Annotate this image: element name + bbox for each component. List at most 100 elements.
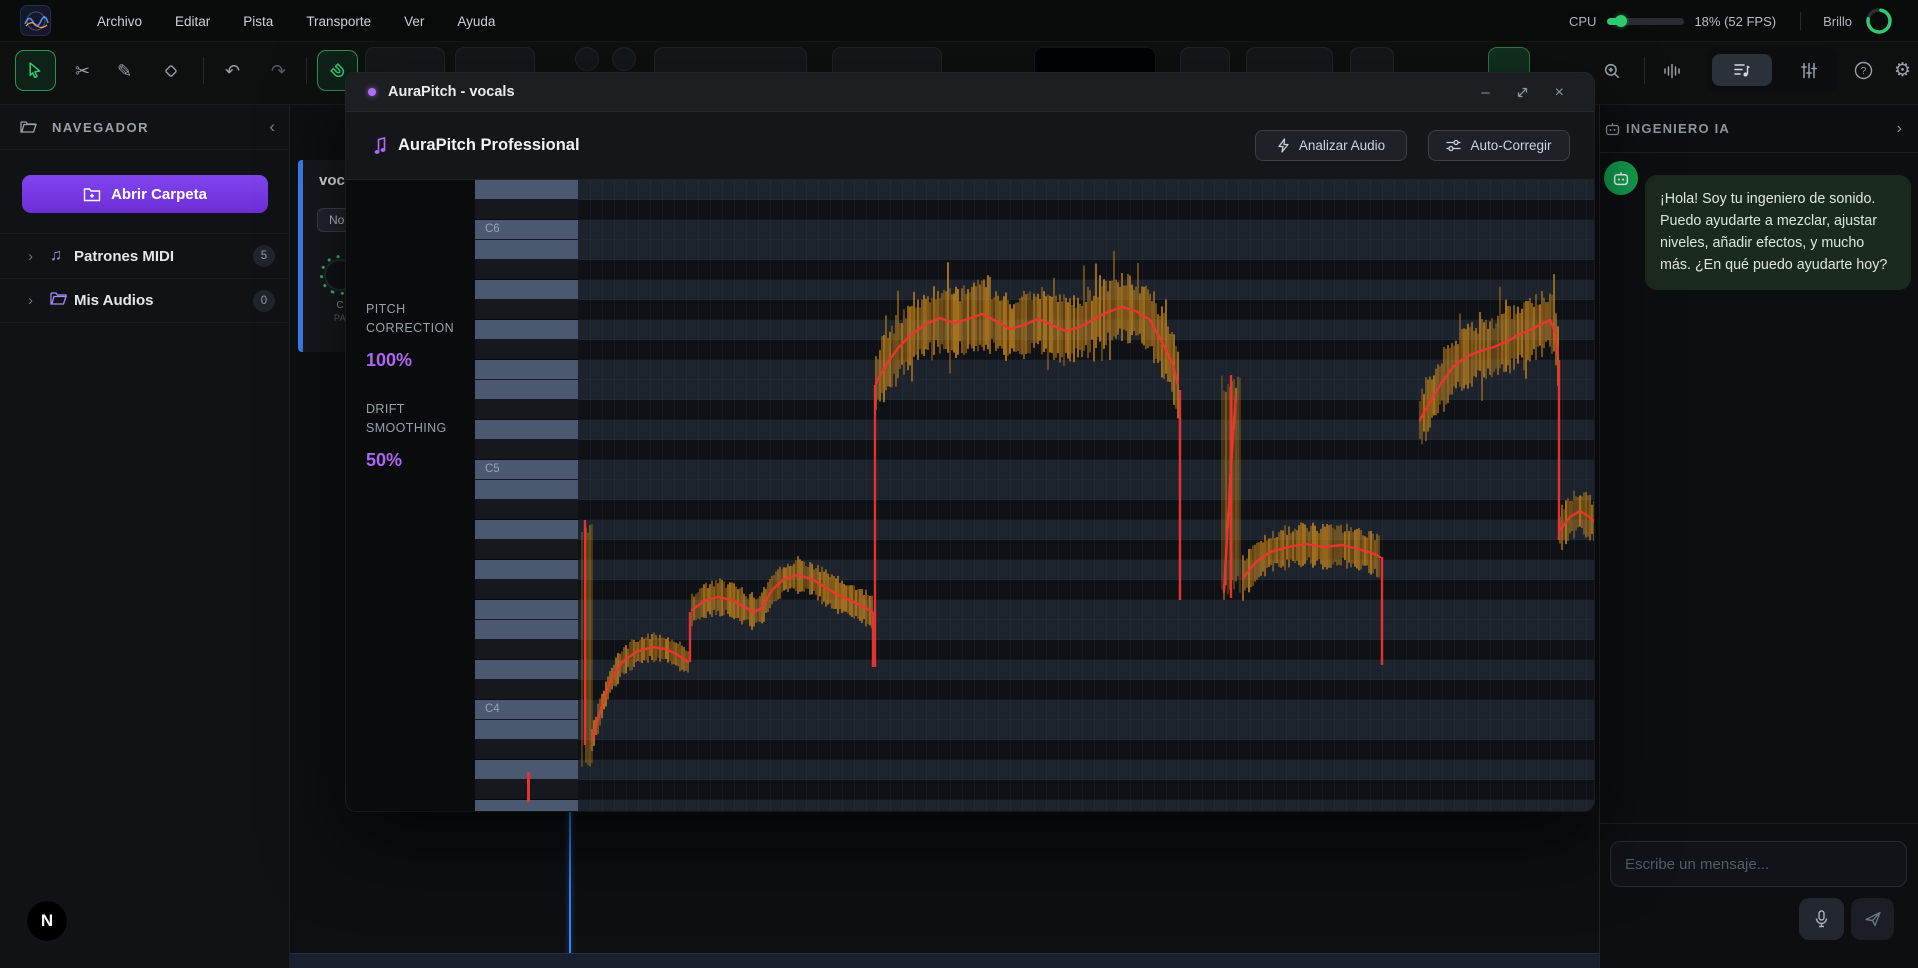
- item-count-badge: 5: [253, 245, 275, 267]
- gridline: [1502, 180, 1503, 811]
- piano-key-row: [475, 420, 578, 440]
- send-button[interactable]: [1851, 898, 1894, 940]
- pitch-correction-label: PITCH: [366, 302, 406, 316]
- gridline: [650, 180, 651, 811]
- close-button[interactable]: ×: [1555, 84, 1564, 102]
- gridline: [962, 180, 963, 811]
- gridline: [1550, 180, 1551, 811]
- playlist-view-button-selected[interactable]: [1712, 54, 1772, 86]
- gridline: [926, 180, 927, 811]
- plugin-title: AuraPitch Professional: [398, 136, 580, 155]
- minimize-button[interactable]: –: [1481, 84, 1489, 101]
- brightness-ring[interactable]: [1862, 4, 1896, 38]
- gridline: [1022, 180, 1023, 811]
- menu-item-archivo[interactable]: Archivo: [97, 14, 142, 29]
- gridline: [734, 180, 735, 811]
- pencil-tool-button[interactable]: ✎: [104, 50, 145, 91]
- expand-chevron-icon[interactable]: ›: [28, 292, 42, 309]
- music-note-icon: [374, 136, 388, 156]
- menu-item-editar[interactable]: Editar: [175, 14, 210, 29]
- gridline: [914, 180, 915, 811]
- collapse-sidebar-icon[interactable]: ‹: [269, 117, 275, 137]
- gridline: [1574, 180, 1575, 811]
- gridline: [1166, 180, 1167, 811]
- gridline: [842, 180, 843, 811]
- drift-smoothing-label: DRIFT: [366, 402, 405, 416]
- pitch-editor[interactable]: PITCH CORRECTION 100% DRIFT SMOOTHING 50…: [346, 180, 1594, 811]
- gridline: [1382, 180, 1383, 811]
- help-icon: ?: [1854, 61, 1873, 80]
- settings-button[interactable]: ⚙: [1882, 50, 1918, 91]
- gridline: [1310, 180, 1311, 811]
- help-button[interactable]: ?: [1843, 50, 1884, 91]
- gridline: [938, 180, 939, 811]
- menu-bar-right: CPU 18% (52 FPS) Brillo: [1569, 0, 1918, 42]
- collapse-ai-panel-icon[interactable]: ›: [1897, 120, 1902, 138]
- mixer-view-button[interactable]: [1789, 54, 1829, 86]
- maximize-icon[interactable]: [1516, 86, 1529, 99]
- folder-plus-icon: [83, 187, 101, 202]
- brightness-label: Brillo: [1823, 14, 1852, 29]
- pitch-correction-label2: CORRECTION: [366, 321, 454, 335]
- toolbar-separator: [1644, 57, 1645, 84]
- timeline-strip[interactable]: [290, 953, 1599, 968]
- open-folder-label: Abrir Carpeta: [111, 186, 207, 203]
- menu-item-pista[interactable]: Pista: [243, 14, 273, 29]
- sidebar-item-mis-audios[interactable]: ›Mis Audios0: [0, 278, 289, 323]
- gridline: [1274, 180, 1275, 811]
- redo-icon: ↷: [271, 62, 286, 80]
- gridline: [1526, 180, 1527, 811]
- eraser-tool-button[interactable]: [150, 50, 191, 91]
- gridline: [1514, 180, 1515, 811]
- menu-item-transporte[interactable]: Transporte: [306, 14, 371, 29]
- ai-message-input[interactable]: [1610, 841, 1907, 887]
- mic-button[interactable]: [1799, 898, 1844, 940]
- piano-key-row: [475, 340, 578, 360]
- toolbar-button-hidden[interactable]: [612, 47, 636, 71]
- modal-title: AuraPitch - vocals: [388, 84, 515, 100]
- piano-key-row: [475, 240, 578, 260]
- undo-button[interactable]: ↶: [212, 50, 253, 91]
- scissors-tool-button[interactable]: ✂: [62, 50, 103, 91]
- sidebar-item-label: Patrones MIDI: [74, 248, 174, 265]
- ai-panel-title: INGENIERO IA: [1626, 121, 1730, 136]
- gridline: [1286, 180, 1287, 811]
- user-avatar[interactable]: N: [26, 900, 68, 942]
- send-paper-plane-icon: [1864, 910, 1882, 928]
- gridline: [830, 180, 831, 811]
- open-folder-button[interactable]: Abrir Carpeta: [22, 175, 268, 213]
- analyze-audio-button[interactable]: Analizar Audio: [1255, 130, 1407, 161]
- piano-key-row: [475, 400, 578, 420]
- toolbar-button-hidden[interactable]: [575, 47, 599, 71]
- expand-chevron-icon[interactable]: ›: [28, 248, 42, 265]
- menu-item-ver[interactable]: Ver: [404, 14, 424, 29]
- pitch-correction-value: 100%: [366, 350, 412, 371]
- piano-key-row: [475, 640, 578, 660]
- gridline: [1466, 180, 1467, 811]
- pitch-grid[interactable]: [578, 180, 1594, 811]
- analyze-audio-label: Analizar Audio: [1299, 138, 1385, 153]
- gridline: [1202, 180, 1203, 811]
- gridline: [1490, 180, 1491, 811]
- redo-button[interactable]: ↷: [258, 50, 299, 91]
- sidebar-item-patrones-midi[interactable]: ›♫Patrones MIDI5: [0, 233, 289, 278]
- piano-key-row: [475, 300, 578, 320]
- gridline: [998, 180, 999, 811]
- piano-key-row: [475, 520, 578, 540]
- select-tool-button[interactable]: [15, 50, 56, 91]
- navigator-header: NAVEGADOR ‹: [0, 105, 289, 150]
- modal-status-dot: [368, 88, 376, 96]
- toolbar-separator: [306, 57, 307, 84]
- gridline: [1214, 180, 1215, 811]
- gridline: [1322, 180, 1323, 811]
- zoom-in-button[interactable]: [1591, 50, 1632, 91]
- menu-item-ayuda[interactable]: Ayuda: [457, 14, 495, 29]
- cpu-meter[interactable]: [1607, 18, 1684, 25]
- waveform-view-button[interactable]: [1652, 50, 1693, 91]
- cpu-meter-thumb[interactable]: [1615, 15, 1627, 27]
- gridline: [1058, 180, 1059, 811]
- modal-titlebar[interactable]: AuraPitch - vocals – ×: [346, 73, 1594, 112]
- aurapitch-modal: AuraPitch - vocals – × AuraPitch Profess…: [346, 73, 1594, 811]
- gridline: [1226, 180, 1227, 811]
- auto-correct-button[interactable]: Auto-Corregir: [1428, 130, 1570, 161]
